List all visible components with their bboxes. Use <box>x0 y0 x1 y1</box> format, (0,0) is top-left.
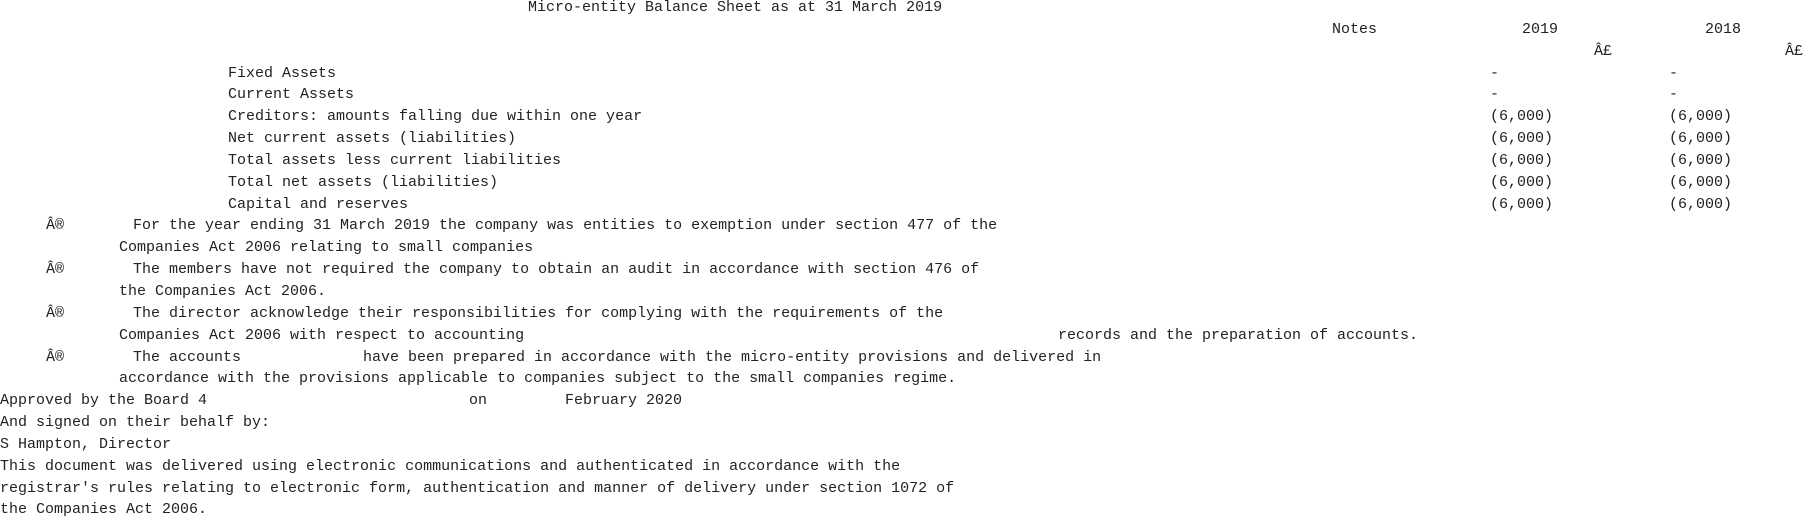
table-row: Creditors: amounts falling due within on… <box>0 106 1811 128</box>
footer-text: This document was delivered using electr… <box>0 457 901 475</box>
currency-2018: Â£ <box>1785 42 1804 60</box>
column-headers: Notes 2019 2018 <box>0 19 1811 41</box>
row-label: Net current assets (liabilities) <box>228 130 517 148</box>
table-row: Fixed Assets - - <box>0 63 1811 85</box>
statement-text: accordance with the provisions applicabl… <box>119 370 957 388</box>
row-label: Total assets less current liabilities <box>228 151 562 169</box>
value-2018: (6,000) <box>1669 151 1733 169</box>
year-2019-header: 2019 <box>1522 20 1559 38</box>
approval-line: Approved by the Board 4 on February 2020 <box>0 390 1811 412</box>
year-2018-header: 2018 <box>1705 20 1742 38</box>
value-2019: (6,000) <box>1490 130 1554 148</box>
approval-on: on <box>469 392 488 410</box>
statement-text: records and the preparation of accounts. <box>1058 326 1419 344</box>
row-label: Fixed Assets <box>228 64 337 82</box>
statement-text: the Companies Act 2006. <box>119 282 327 300</box>
value-2019: - <box>1490 86 1500 104</box>
signed-text: And signed on their behalf by: <box>0 414 271 432</box>
notes-header: Notes <box>1332 20 1378 38</box>
approval-prefix: Approved by the Board 4 <box>0 392 208 410</box>
value-2018: (6,000) <box>1669 108 1733 126</box>
row-label: Creditors: amounts falling due within on… <box>228 108 643 126</box>
bullet-icon: Â® <box>46 304 65 322</box>
bullet-icon: Â® <box>46 217 65 235</box>
value-2018: (6,000) <box>1669 195 1733 213</box>
bullet-icon: Â® <box>46 261 65 279</box>
bullet-icon: Â® <box>46 348 65 366</box>
table-row: Total assets less current liabilities (6,… <box>0 150 1811 172</box>
balance-sheet-document: Micro-entity Balance Sheet as at 31 Marc… <box>0 0 1811 521</box>
table-row: Net current assets (liabilities) (6,000) (… <box>0 128 1811 150</box>
table-row: Current Assets - - <box>0 84 1811 106</box>
value-2019: (6,000) <box>1490 108 1554 126</box>
table-row: Capital and reserves (6,000) (6,000) <box>0 194 1811 216</box>
signatory: S Hampton, Director <box>0 435 172 453</box>
approval-date: February 2020 <box>565 392 683 410</box>
table-row: Total net assets (liabilities) (6,000) (6,… <box>0 172 1811 194</box>
value-2019: (6,000) <box>1490 195 1554 213</box>
document-title: Micro-entity Balance Sheet as at 31 Marc… <box>528 0 943 16</box>
statement-text: Companies Act 2006 relating to small com… <box>119 239 534 257</box>
value-2019: (6,000) <box>1490 151 1554 169</box>
row-label: Current Assets <box>228 86 355 104</box>
statement-text: Companies Act 2006 with respect to accou… <box>119 326 525 344</box>
statement-text: The members have not required the compan… <box>133 261 980 279</box>
statement-text: For the year ending 31 March 2019 the co… <box>133 217 998 235</box>
value-2018: (6,000) <box>1669 173 1733 191</box>
currency-2019: Â£ <box>1594 42 1613 60</box>
statement-text: The accounts <box>133 348 242 366</box>
footer-text: registrar's rules relating to electronic… <box>0 479 955 497</box>
statement-text: have been prepared in accordance with th… <box>363 348 1102 366</box>
value-2018: (6,000) <box>1669 130 1733 148</box>
value-2019: (6,000) <box>1490 173 1554 191</box>
row-label: Capital and reserves <box>228 195 409 213</box>
footer-text: the Companies Act 2006. <box>0 501 208 519</box>
value-2018: - <box>1669 64 1679 82</box>
value-2018: - <box>1669 86 1679 104</box>
value-2019: - <box>1490 64 1500 82</box>
row-label: Total net assets (liabilities) <box>228 173 499 191</box>
statement-text: The director acknowledge their responsib… <box>133 304 944 322</box>
